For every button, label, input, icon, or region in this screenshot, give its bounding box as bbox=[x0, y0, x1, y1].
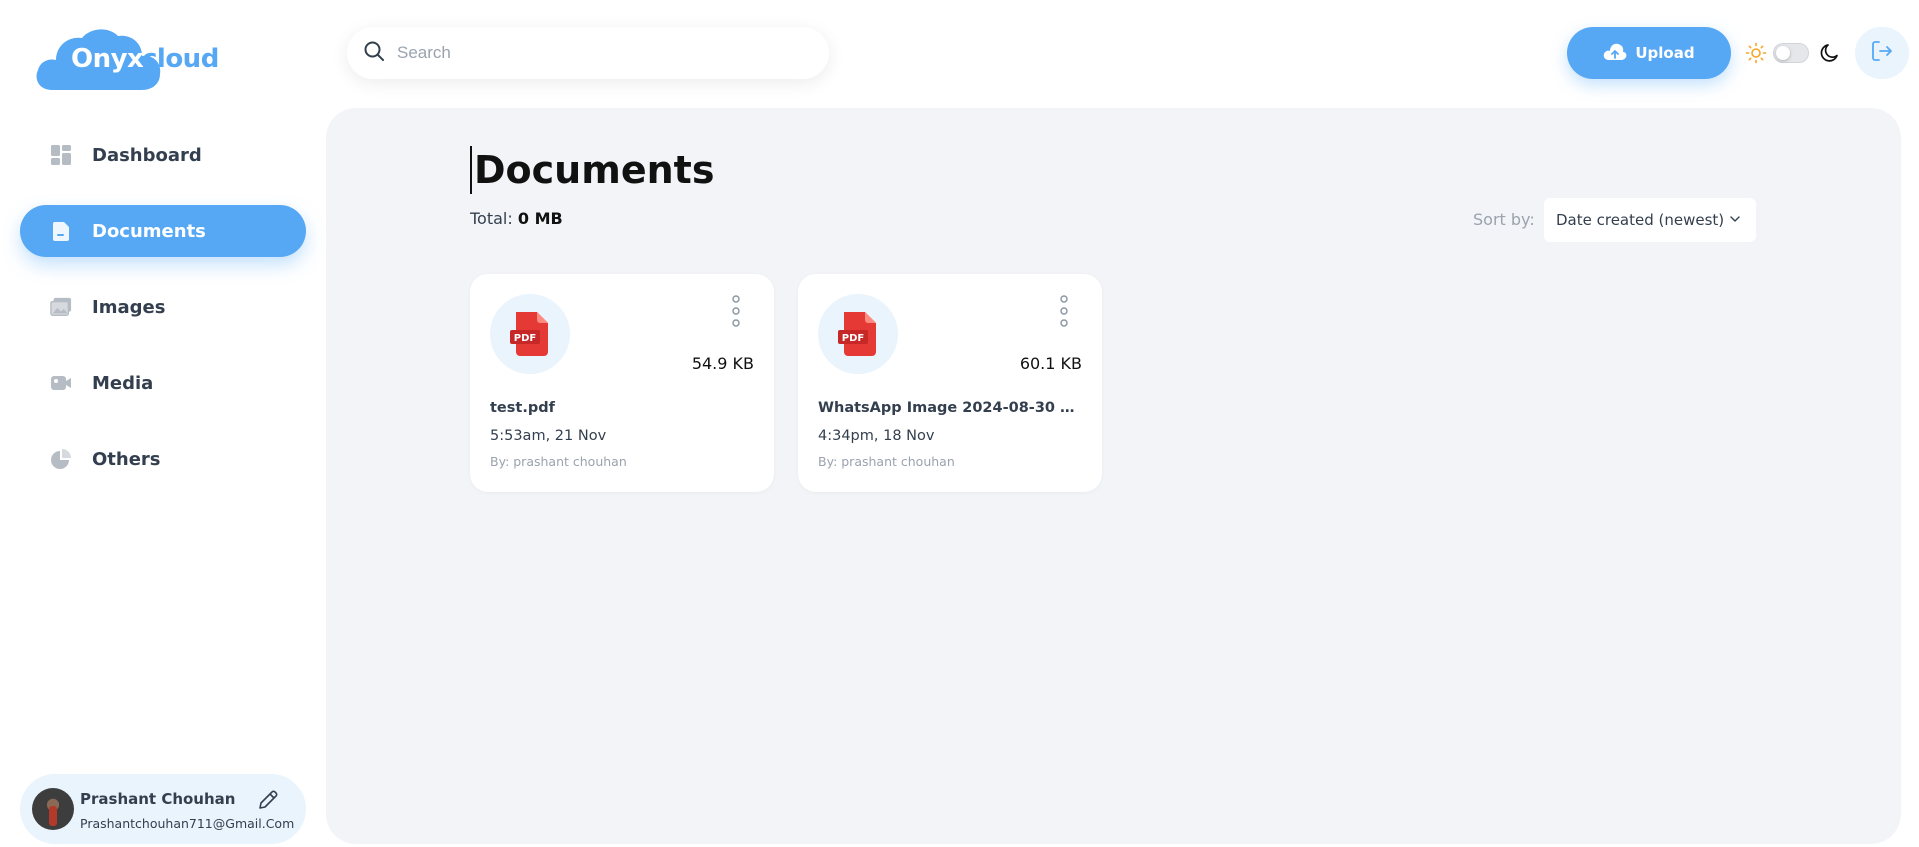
pdf-file-icon: PDF bbox=[510, 312, 548, 356]
user-profile-card: Prashant Chouhan Prashantchouhan711@Gmai… bbox=[20, 774, 306, 844]
file-name: test.pdf bbox=[490, 400, 555, 416]
file-owner: By: prashant chouhan bbox=[490, 454, 627, 469]
total-value: 0 MB bbox=[517, 209, 563, 228]
edit-pencil-icon[interactable] bbox=[256, 788, 280, 812]
logo-text-onyx: Onyx bbox=[71, 44, 144, 74]
search-bar bbox=[347, 27, 829, 79]
dashboard-icon bbox=[50, 144, 72, 166]
file-thumbnail: PDF bbox=[818, 294, 898, 374]
total-size: Total: 0 MB bbox=[470, 209, 563, 228]
sidebar-item-documents[interactable]: Documents bbox=[20, 205, 306, 257]
logout-button[interactable] bbox=[1855, 27, 1909, 79]
main-content: Documents Total: 0 MB Sort by: Date crea… bbox=[326, 108, 1901, 844]
upload-button-label: Upload bbox=[1635, 44, 1695, 62]
documents-icon bbox=[50, 220, 72, 242]
file-card[interactable]: PDF 54.9 KB test.pdf 5:53am, 21 Nov By: … bbox=[470, 274, 774, 492]
file-date: 5:53am, 21 Nov bbox=[490, 428, 607, 444]
sidebar-item-label: Documents bbox=[92, 220, 206, 242]
file-name: WhatsApp Image 2024-08-30 at… bbox=[818, 400, 1082, 416]
chevron-down-icon bbox=[1728, 212, 1742, 230]
logout-icon bbox=[1870, 39, 1894, 67]
upload-button[interactable]: Upload bbox=[1567, 27, 1731, 79]
more-options-icon[interactable] bbox=[1054, 294, 1074, 328]
logo-text-cloud: cloud bbox=[142, 44, 219, 74]
search-icon bbox=[363, 40, 385, 66]
sort-selected-value: Date created (newest) bbox=[1556, 211, 1725, 229]
user-name: Prashant Chouhan bbox=[80, 790, 236, 808]
sidebar-item-label: Media bbox=[92, 372, 154, 394]
more-options-icon[interactable] bbox=[726, 294, 746, 328]
sort-label: Sort by: bbox=[1473, 210, 1535, 229]
moon-icon bbox=[1819, 42, 1841, 68]
file-date: 4:34pm, 18 Nov bbox=[818, 428, 935, 444]
avatar[interactable] bbox=[32, 788, 74, 830]
file-owner: By: prashant chouhan bbox=[818, 454, 955, 469]
theme-toggle[interactable] bbox=[1773, 43, 1809, 63]
user-email: Prashantchouhan711@Gmail.Com bbox=[80, 816, 295, 831]
sun-icon bbox=[1745, 42, 1767, 68]
others-icon bbox=[50, 448, 72, 470]
media-icon bbox=[50, 372, 72, 394]
sidebar-item-dashboard[interactable]: Dashboard bbox=[20, 129, 306, 181]
file-thumbnail: PDF bbox=[490, 294, 570, 374]
file-size: 60.1 KB bbox=[1019, 354, 1082, 373]
sidebar-item-media[interactable]: Media bbox=[20, 357, 306, 409]
page-title: Documents bbox=[470, 146, 714, 194]
images-icon bbox=[50, 296, 72, 318]
theme-switcher bbox=[1745, 40, 1843, 66]
sidebar-item-label: Others bbox=[92, 448, 161, 470]
file-size: 54.9 KB bbox=[691, 354, 754, 373]
sidebar-item-label: Images bbox=[92, 296, 166, 318]
sidebar-item-others[interactable]: Others bbox=[20, 433, 306, 485]
total-label: Total: bbox=[470, 209, 513, 228]
app-logo[interactable]: Onyx cloud bbox=[34, 26, 224, 94]
search-input[interactable] bbox=[397, 43, 797, 63]
pdf-badge-text: PDF bbox=[842, 333, 864, 344]
sidebar: Onyx cloud Dashboard Documents Images Me… bbox=[0, 0, 326, 847]
sidebar-item-label: Dashboard bbox=[92, 144, 202, 166]
sidebar-nav: Dashboard Documents Images Media Others bbox=[20, 129, 306, 509]
sidebar-item-images[interactable]: Images bbox=[20, 281, 306, 333]
file-card[interactable]: PDF 60.1 KB WhatsApp Image 2024-08-30 at… bbox=[798, 274, 1102, 492]
cloud-upload-icon bbox=[1603, 42, 1627, 65]
toggle-knob bbox=[1776, 46, 1790, 60]
pdf-badge-text: PDF bbox=[514, 333, 536, 344]
pdf-file-icon: PDF bbox=[838, 312, 876, 356]
sort-dropdown[interactable]: Date created (newest) bbox=[1544, 198, 1756, 242]
